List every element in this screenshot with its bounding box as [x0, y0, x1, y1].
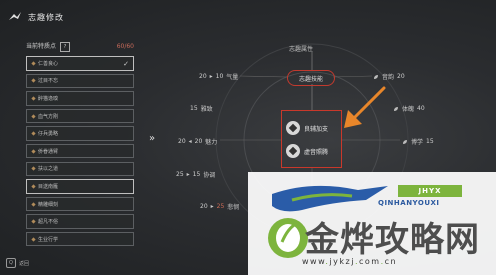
url-mid: jykzj	[329, 257, 355, 266]
stat-meili[interactable]: 20 ◂ 20 魅力	[178, 137, 217, 146]
stat-name: 悲悯	[227, 204, 240, 211]
stat-name: 音韵	[382, 74, 395, 81]
stat-name: 气量	[226, 74, 239, 81]
stat-value: 15	[426, 138, 434, 145]
skill-icon	[286, 121, 300, 135]
skill-item[interactable]: 虚音照腾	[286, 144, 328, 158]
stat-xietiao[interactable]: 25 ▸ 15 协调	[176, 170, 215, 179]
skill-label: 虚音照腾	[304, 148, 329, 156]
stat-sheyi[interactable]: 15 雅致	[190, 104, 213, 113]
stat-name: 魅力	[205, 139, 218, 146]
stat-yinyun[interactable]: 音韵 20	[373, 72, 405, 81]
leaf-icon	[394, 106, 398, 111]
section-label: 志趣属性	[289, 46, 314, 53]
stat-boxue[interactable]: 博学 15	[402, 137, 434, 146]
watermark-chinese: 金烨攻略网	[305, 220, 480, 260]
stat-name: 博学	[411, 139, 424, 146]
arrow-icon: ▸	[186, 171, 190, 178]
leaf-icon	[374, 74, 378, 79]
watermark-english: QINHANYOUXI	[378, 199, 440, 207]
stat-beimin[interactable]: 20 ▸ 25 悲悯	[200, 202, 239, 211]
stat-value: 15	[190, 105, 198, 112]
focus-skill-node[interactable]: 志趣技能	[287, 70, 335, 86]
stat-value-left: 25	[176, 171, 184, 178]
skill-icon	[286, 144, 300, 158]
arrow-icon: ▸	[209, 73, 213, 80]
stat-value-right: 25	[216, 203, 225, 210]
skill-highlight-box: 良辅加支 虚音照腾	[281, 110, 342, 168]
skill-item[interactable]: 良辅加支	[286, 121, 328, 135]
stat-value: 40	[417, 105, 425, 112]
url-www: www	[302, 257, 326, 266]
stat-name: 雅致	[200, 106, 213, 113]
watermark-url: www.jykzj.com.cn	[302, 257, 398, 266]
url-com: com	[359, 257, 381, 266]
stat-value-right: 15	[192, 171, 201, 178]
stat-name: 体魄	[402, 106, 415, 113]
stat-value-left: 20	[200, 203, 208, 210]
stat-qiliang[interactable]: 20 ▸ 10 气量	[199, 72, 238, 81]
url-cn: cn	[384, 257, 398, 266]
stat-value: 20	[397, 73, 405, 80]
stat-value-left: 20	[199, 73, 207, 80]
arrow-icon: ◂	[188, 138, 192, 145]
stat-tipo[interactable]: 体魄 40	[393, 104, 425, 113]
arrow-icon: ▸	[210, 203, 214, 210]
stat-value-left: 20	[178, 138, 186, 145]
stat-value-right: 20	[194, 138, 203, 145]
orange-arrow-icon	[344, 86, 386, 128]
watermark-brand: JHYX	[398, 185, 462, 197]
stat-name: 协调	[203, 172, 216, 179]
stat-value-right: 10	[215, 73, 224, 80]
skill-label: 良辅加支	[304, 125, 329, 133]
leaf-icon	[403, 139, 407, 144]
